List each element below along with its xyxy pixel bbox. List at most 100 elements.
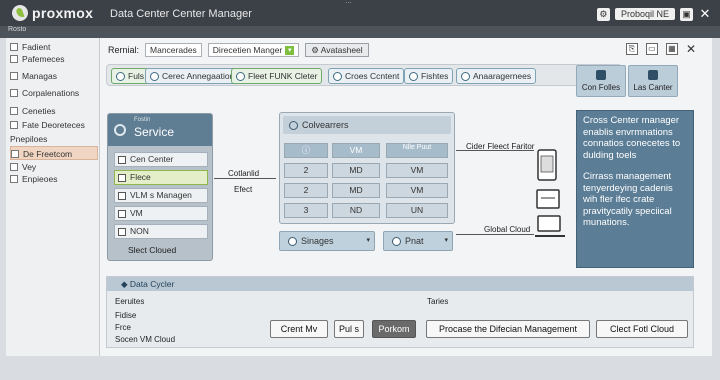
sidebar-item-managas[interactable]: Managas	[10, 69, 98, 83]
info-text: Cross Center manager enablis envrmnation…	[583, 115, 681, 161]
list-item[interactable]: Fidise	[115, 311, 136, 320]
services-header: Fostin Service	[108, 114, 212, 146]
table-cell[interactable]: UN	[386, 203, 448, 218]
sidebar-item-label: Corpalenations	[22, 88, 80, 98]
window-icon[interactable]: ▭	[645, 43, 658, 55]
sidebar-item-fate-deoreteces[interactable]: Fate Deoreteces	[10, 118, 98, 132]
data-cycler-header: ◆ Data Cycler	[107, 277, 693, 291]
storages-label: Sinages	[301, 236, 334, 246]
puls-button[interactable]: Pul s	[334, 320, 364, 338]
grid-icon[interactable]: ▦	[665, 43, 678, 55]
label-coltanld: Cotlanlid	[228, 169, 260, 178]
service-item-non[interactable]: NON	[114, 224, 208, 239]
logo[interactable]: proxmox	[12, 5, 93, 21]
user-menu[interactable]: Proboqil NE	[614, 8, 675, 20]
table-cell[interactable]: MD	[332, 163, 380, 178]
con-folles-button[interactable]: Con Folles	[576, 65, 626, 97]
table-cell[interactable]: 2	[284, 183, 328, 198]
sidebar-item-de-freetcom[interactable]: De Freetcom	[10, 146, 98, 160]
table-cell[interactable]: ND	[332, 203, 380, 218]
connector-line	[214, 178, 276, 179]
folder-icon	[10, 163, 18, 171]
table-cell[interactable]: MD	[332, 183, 380, 198]
secondary-strip: Rosto	[0, 26, 720, 38]
sidebar-item-label: Managas	[22, 71, 57, 81]
list-item[interactable]: Socen VM Cloud	[115, 335, 175, 344]
list-item[interactable]: Frce	[115, 323, 131, 332]
service-item-flece[interactable]: Flece	[114, 170, 208, 185]
circle-icon	[333, 71, 342, 81]
crent-mv-button[interactable]: Crent Mv	[270, 320, 328, 338]
copy-icon[interactable]: ⎘	[625, 43, 638, 55]
toolbar-button-label: Fleet FUNK Cleter	[248, 71, 318, 81]
sidebar-item-pnepiloes[interactable]: Pnepiloes	[10, 132, 98, 146]
server-icon	[118, 155, 126, 164]
table-cell[interactable]: VM	[386, 183, 448, 198]
server-icon	[118, 173, 126, 182]
table-cell[interactable]: VM	[386, 163, 448, 178]
table-cell[interactable]: ⓘ	[284, 143, 328, 158]
circle-icon	[236, 71, 245, 81]
server-icon	[118, 209, 126, 218]
folder-icon	[10, 175, 18, 183]
clect-fotl-cloud-button[interactable]: Clect Fotl Cloud	[596, 320, 688, 338]
table-cell[interactable]: 3	[284, 203, 328, 218]
toolbar-button-label: Fishtes	[421, 71, 449, 81]
connector-line	[456, 234, 534, 235]
table-cell[interactable]: 2	[284, 163, 328, 178]
folder-icon	[10, 89, 18, 97]
gear-icon[interactable]: ⚙	[596, 7, 610, 21]
sidebar-item-enpieoes[interactable]: Enpieoes	[10, 172, 98, 186]
main-panel: Rernial: Mancerades Direcetien Manger ▾ ⚙…	[100, 38, 712, 356]
select-value: Direcetien Manger	[212, 45, 283, 55]
sidebar-item-label: Fadient	[22, 42, 51, 52]
monitor-icon	[537, 215, 561, 232]
action-button[interactable]: ⚙ Avatasheel	[305, 43, 369, 57]
select-direction-manager[interactable]: Direcetien Manger ▾	[207, 43, 300, 57]
service-item-label: Cen Center	[130, 154, 174, 164]
sidebar-item-label: Pafemeces	[22, 54, 65, 64]
sidebar-item-corpalenations[interactable]: Corpalenations	[10, 86, 98, 100]
containers-title: Colvearrers	[302, 120, 349, 130]
select-value: Mancerades	[150, 45, 197, 55]
close-panel-icon[interactable]: ✕	[686, 42, 696, 56]
toolbar-button-label: Cerec Annegaation	[162, 71, 235, 81]
circle-icon	[116, 71, 125, 81]
sidebar-item-pafemeces[interactable]: Pafemeces	[10, 52, 98, 66]
toolbar-button-label: Fuls	[128, 71, 145, 81]
gear-icon	[114, 124, 126, 136]
service-item-cen-center[interactable]: Cen Center	[114, 152, 208, 167]
porkom-button[interactable]: Porkom	[372, 320, 416, 338]
service-item-label: Flece	[130, 172, 151, 182]
sidebar-item-label: Pnepiloes	[10, 134, 48, 144]
toolbar-button-fleet[interactable]: Fleet FUNK Cleter	[231, 68, 323, 84]
pnat-panel[interactable]: Pnat ▾	[383, 231, 453, 251]
toolbar-button-fuls[interactable]: Fuls	[111, 68, 150, 84]
table-cell[interactable]: VM	[332, 143, 380, 158]
services-title: Service	[134, 125, 175, 139]
panel-controls: ⎘ ▭ ▦ ✕	[625, 42, 696, 56]
chevron-down-icon: ▾	[366, 237, 370, 244]
process-button[interactable]: Procase the Difecian Management	[426, 320, 590, 338]
toolbar-button-anaaragernees[interactable]: Anaaragernees	[456, 68, 537, 84]
close-icon[interactable]: ✕	[698, 6, 712, 22]
gear-icon	[289, 120, 298, 130]
service-item-vm[interactable]: VM	[114, 206, 208, 221]
toolbar-button-fishtes[interactable]: Fishtes	[404, 68, 454, 84]
storages-panel[interactable]: Sinages ▾	[279, 231, 375, 251]
label-efect: Efect	[234, 185, 253, 194]
folder-icon	[10, 107, 18, 115]
sidebar-item-ceneties[interactable]: Ceneties	[10, 104, 98, 118]
sidebar-item-label: Fate Deoreteces	[22, 120, 85, 130]
folder-icon	[10, 121, 18, 129]
folder-icon	[10, 55, 18, 63]
user-icon[interactable]: ▣	[680, 7, 693, 21]
table-cell[interactable]: Nlle Puut	[386, 143, 448, 158]
services-footer[interactable]: Slect Cloued	[128, 245, 176, 255]
las-canter-button[interactable]: Las Canter	[628, 65, 678, 97]
toolbar-button-annegaation[interactable]: Cerec Annegaation	[145, 68, 240, 84]
toolbar-button-croes[interactable]: Croes Ccntent	[328, 68, 405, 84]
select-mancerades[interactable]: Mancerades	[145, 43, 202, 57]
brand-name: proxmox	[32, 5, 94, 21]
service-item-vlm-managen[interactable]: VLM s Managen	[114, 188, 208, 203]
